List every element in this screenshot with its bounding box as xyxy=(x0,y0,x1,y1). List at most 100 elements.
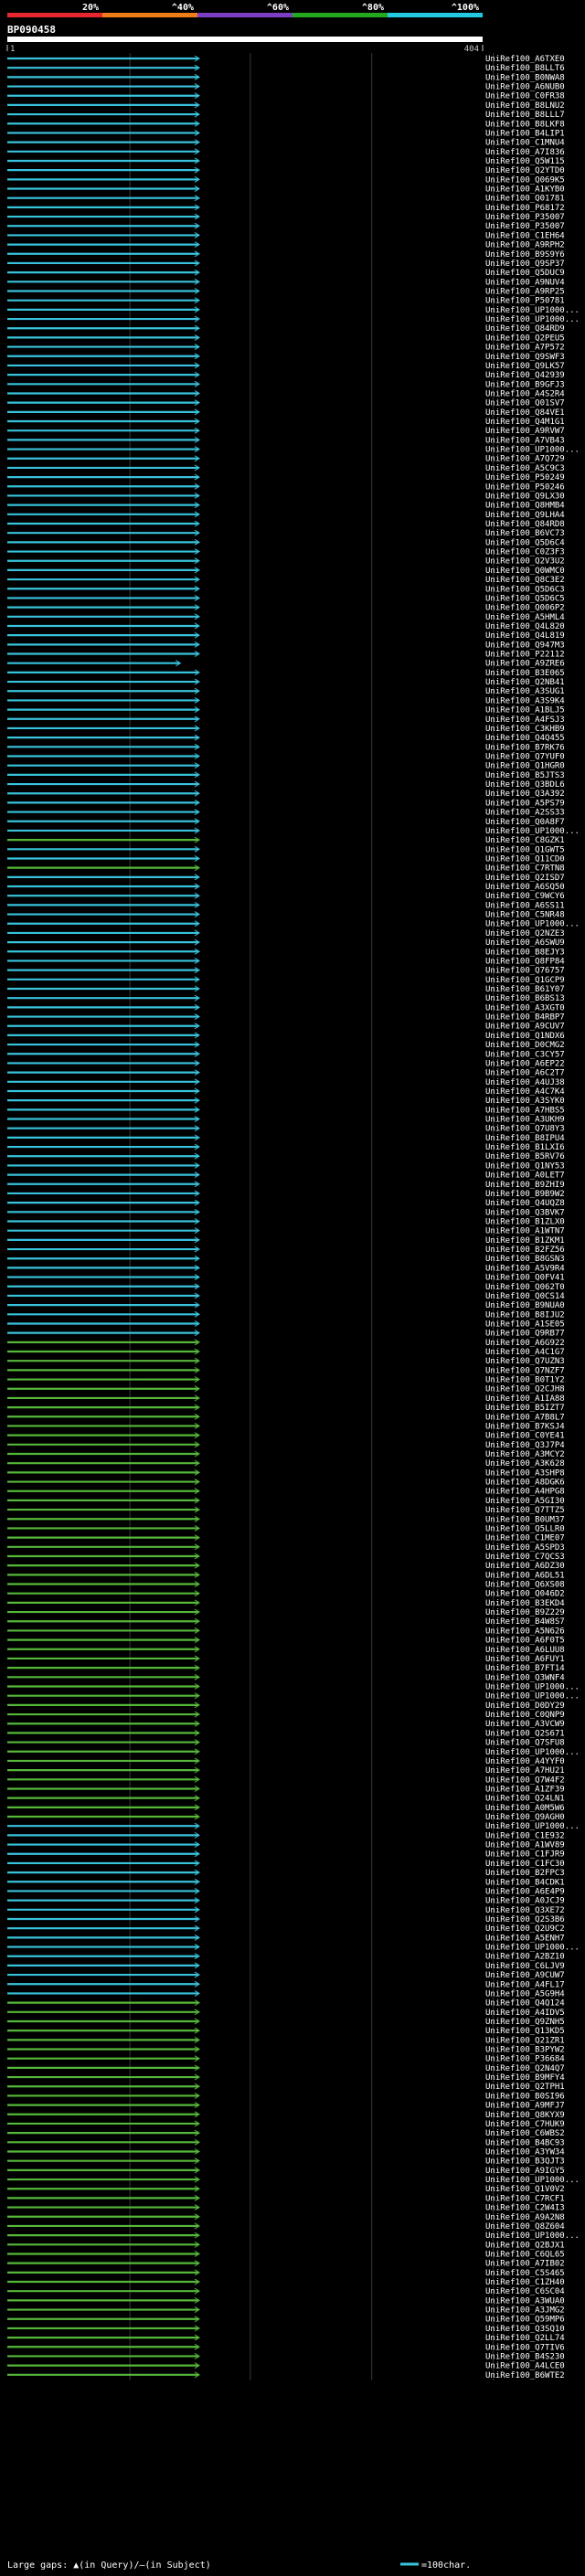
hit-label[interactable]: UniRef100_A4YYF0 xyxy=(485,1757,565,1766)
hit-label[interactable]: UniRef100_B5JTS3 xyxy=(485,771,565,780)
hit-label[interactable]: UniRef100_A3SHP8 xyxy=(485,1468,565,1478)
hit-label[interactable]: UniRef100_A1IA88 xyxy=(485,1394,565,1404)
hit-label[interactable]: UniRef100_A6LUU8 xyxy=(485,1646,565,1655)
hit-label[interactable]: UniRef100_A6C2T7 xyxy=(485,1069,565,1078)
hit-label[interactable]: UniRef100_B2FZ56 xyxy=(485,1246,565,1255)
hit-label[interactable]: UniRef100_Q2CJH8 xyxy=(485,1385,565,1394)
hit-label[interactable]: UniRef100_B1ZLX0 xyxy=(485,1218,565,1227)
hit-label[interactable]: UniRef100_A7IB02 xyxy=(485,2260,565,2269)
hit-label[interactable]: UniRef100_B61Y07 xyxy=(485,985,565,994)
hit-label[interactable]: UniRef100_Q062T0 xyxy=(485,1283,565,1292)
hit-label[interactable]: UniRef100_Q8C3E2 xyxy=(485,576,565,585)
hit-label[interactable]: UniRef100_Q4UQZ8 xyxy=(485,1199,565,1208)
hit-label[interactable]: UniRef100_Q0CS14 xyxy=(485,1292,565,1301)
hit-label[interactable]: UniRef100_Q5D6C4 xyxy=(485,538,565,547)
hit-label[interactable]: UniRef100_Q7SFU8 xyxy=(485,1739,565,1748)
hit-label[interactable]: UniRef100_A1BLJ5 xyxy=(485,706,565,716)
hit-label[interactable]: UniRef100_A9ZRE6 xyxy=(485,660,565,669)
hit-label[interactable]: UniRef100_B0NWA8 xyxy=(485,73,565,82)
hit-label[interactable]: UniRef100_Q7YUF0 xyxy=(485,753,565,762)
hit-label[interactable]: UniRef100_Q2S3B6 xyxy=(485,1915,565,1924)
hit-label[interactable]: UniRef100_C1ME07 xyxy=(485,1534,565,1543)
hit-label[interactable]: UniRef100_B7FT14 xyxy=(485,1664,565,1673)
hit-label[interactable]: UniRef100_A4S2R4 xyxy=(485,389,565,398)
hit-label[interactable]: UniRef100_C1MNU4 xyxy=(485,139,565,148)
hit-label[interactable]: UniRef100_A6SQ50 xyxy=(485,883,565,892)
hit-label[interactable]: UniRef100_Q7W4F2 xyxy=(485,1776,565,1785)
hit-label[interactable]: UniRef100_A4HPG8 xyxy=(485,1488,565,1497)
hit-label[interactable]: UniRef100_C1FC30 xyxy=(485,1860,565,1869)
hit-label[interactable]: UniRef100_B1LXI6 xyxy=(485,1143,565,1152)
hit-label[interactable]: UniRef100_B6BS13 xyxy=(485,994,565,1003)
hit-label[interactable]: UniRef100_P50781 xyxy=(485,297,565,306)
hit-label[interactable]: UniRef100_Q4Q455 xyxy=(485,734,565,743)
hit-label[interactable]: UniRef100_Q947M3 xyxy=(485,641,565,650)
hit-label[interactable]: UniRef100_Q1V0V2 xyxy=(485,2185,565,2194)
hit-label[interactable]: UniRef100_P36684 xyxy=(485,2055,565,2064)
hit-label[interactable]: UniRef100_Q0FV41 xyxy=(485,1274,565,1283)
hit-label[interactable]: UniRef100_B6VC73 xyxy=(485,529,565,538)
hit-label[interactable]: UniRef100_C0Z3F3 xyxy=(485,548,565,557)
hit-label[interactable]: UniRef100_A3XGT0 xyxy=(485,1003,565,1012)
hit-label[interactable]: UniRef100_B8EJY3 xyxy=(485,948,565,957)
hit-label[interactable]: UniRef100_Q3BDL6 xyxy=(485,780,565,790)
hit-label[interactable]: UniRef100_B9NUA0 xyxy=(485,1301,565,1310)
hit-label[interactable]: UniRef100_Q2S671 xyxy=(485,1729,565,1738)
hit-label[interactable]: UniRef100_C8GZK1 xyxy=(485,836,565,845)
hit-label[interactable]: UniRef100_B8LKF8 xyxy=(485,120,565,129)
hit-label[interactable]: UniRef100_A3UKH9 xyxy=(485,1116,565,1125)
hit-label[interactable]: UniRef100_A6EP22 xyxy=(485,1059,565,1068)
hit-label[interactable]: UniRef100_B9ZHI9 xyxy=(485,1181,565,1190)
hit-label[interactable]: UniRef100_UP1000... xyxy=(485,1683,580,1692)
hit-label[interactable]: UniRef100_C6SC04 xyxy=(485,2287,565,2296)
hit-label[interactable]: UniRef100_B4RBP7 xyxy=(485,1013,565,1023)
hit-label[interactable]: UniRef100_A0LET7 xyxy=(485,1171,565,1181)
hit-label[interactable]: UniRef100_UP1000... xyxy=(485,446,580,455)
hit-label[interactable]: UniRef100_Q2TPH1 xyxy=(485,2083,565,2092)
hit-label[interactable]: UniRef100_C7RCF1 xyxy=(485,2194,565,2203)
hit-label[interactable]: UniRef100_A9A2N8 xyxy=(485,2213,565,2222)
hit-label[interactable]: UniRef100_UP1000... xyxy=(485,2231,580,2241)
hit-label[interactable]: UniRef100_A3MCY2 xyxy=(485,1450,565,1459)
hit-label[interactable]: UniRef100_C2W4I3 xyxy=(485,2204,565,2213)
hit-label[interactable]: UniRef100_B1ZKM1 xyxy=(485,1236,565,1246)
hit-label[interactable]: UniRef100_B0UM37 xyxy=(485,1515,565,1524)
hit-label[interactable]: UniRef100_A5V9R4 xyxy=(485,1264,565,1273)
hit-label[interactable]: UniRef100_Q01781 xyxy=(485,195,565,204)
hit-label[interactable]: UniRef100_A9RPH2 xyxy=(485,241,565,250)
hit-label[interactable]: UniRef100_Q1NY53 xyxy=(485,1161,565,1171)
hit-label[interactable]: UniRef100_Q2N4Q7 xyxy=(485,2064,565,2073)
hit-label[interactable]: UniRef100_Q4Q124 xyxy=(485,1999,565,2009)
hit-label[interactable]: UniRef100_A3K628 xyxy=(485,1459,565,1468)
hit-label[interactable]: UniRef100_A9CUV7 xyxy=(485,1023,565,1032)
hit-label[interactable]: UniRef100_Q5DUC9 xyxy=(485,269,565,278)
hit-label[interactable]: UniRef100_C5S465 xyxy=(485,2269,565,2278)
hit-label[interactable]: UniRef100_Q9LHA4 xyxy=(485,511,565,520)
hit-label[interactable]: UniRef100_UP1000... xyxy=(485,306,580,315)
hit-label[interactable]: UniRef100_C3CY57 xyxy=(485,1050,565,1059)
hit-label[interactable]: UniRef100_Q59MP6 xyxy=(485,2316,565,2325)
hit-label[interactable]: UniRef100_A1ZF39 xyxy=(485,1785,565,1794)
hit-label[interactable]: UniRef100_A7HBS5 xyxy=(485,1106,565,1115)
hit-label[interactable]: UniRef100_A5G9H4 xyxy=(485,1989,565,1998)
hit-label[interactable]: UniRef100_A6SWU9 xyxy=(485,938,565,948)
hit-label[interactable]: UniRef100_A6DL51 xyxy=(485,1571,565,1580)
hit-label[interactable]: UniRef100_B8GSN3 xyxy=(485,1255,565,1264)
hit-label[interactable]: UniRef100_A7HU21 xyxy=(485,1766,565,1776)
hit-label[interactable]: UniRef100_Q4L820 xyxy=(485,622,565,631)
hit-label[interactable]: UniRef100_Q21ZR1 xyxy=(485,2036,565,2045)
hit-label[interactable]: UniRef100_C9WCY6 xyxy=(485,892,565,901)
hit-label[interactable]: UniRef100_C7HUK9 xyxy=(485,2120,565,2129)
hit-label[interactable]: UniRef100_Q5D6C3 xyxy=(485,585,565,594)
hit-label[interactable]: UniRef100_Q9RB77 xyxy=(485,1330,565,1339)
hit-label[interactable]: UniRef100_Q2NB41 xyxy=(485,678,565,687)
hit-label[interactable]: UniRef100_Q8HMB4 xyxy=(485,502,565,511)
hit-label[interactable]: UniRef100_B3PYW2 xyxy=(485,2046,565,2055)
hit-label[interactable]: UniRef100_UP1000... xyxy=(485,315,580,324)
hit-label[interactable]: UniRef100_B6WTE2 xyxy=(485,2371,565,2380)
hit-label[interactable]: UniRef100_A9RVW7 xyxy=(485,427,565,436)
hit-label[interactable]: UniRef100_Q84VE1 xyxy=(485,408,565,418)
hit-label[interactable]: UniRef100_A7B8L7 xyxy=(485,1413,565,1422)
hit-label[interactable]: UniRef100_B4CDK1 xyxy=(485,1878,565,1887)
hit-label[interactable]: UniRef100_B8IPU4 xyxy=(485,1134,565,1143)
